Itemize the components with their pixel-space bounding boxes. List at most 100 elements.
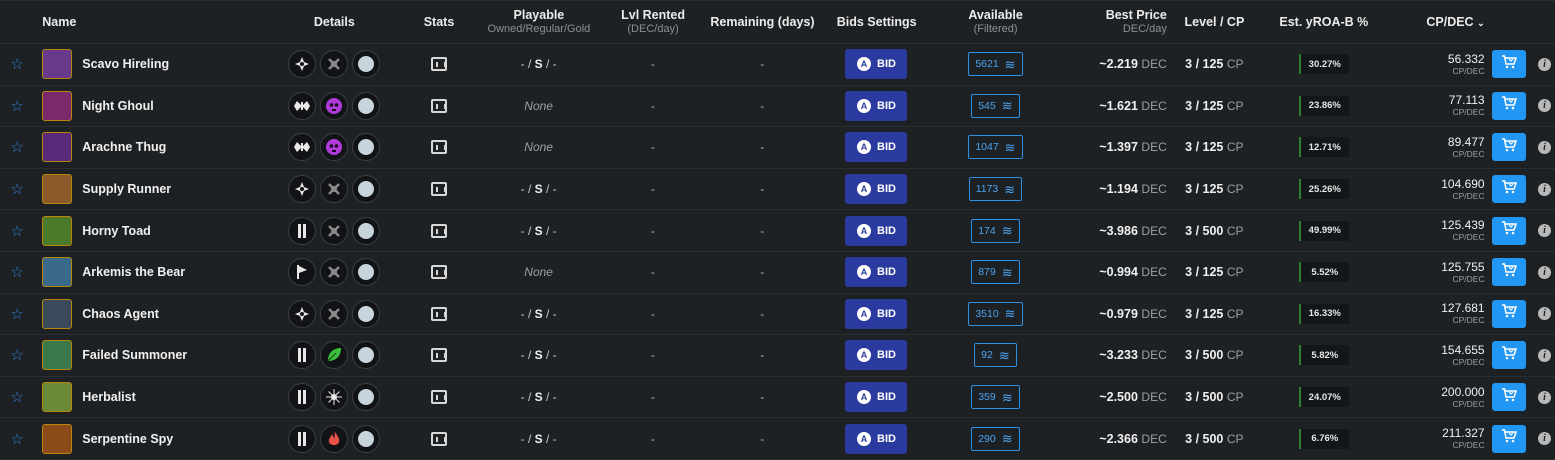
remaining-days: - xyxy=(760,140,765,155)
stats-icon[interactable] xyxy=(405,223,472,238)
card-name-cell[interactable]: Arachne Thug xyxy=(34,132,262,163)
info-icon[interactable]: i xyxy=(1538,390,1552,404)
favorite-star-icon[interactable]: ☆ xyxy=(0,430,34,448)
info-icon[interactable]: i xyxy=(1538,99,1552,113)
stats-icon[interactable] xyxy=(405,431,472,446)
card-name: Chaos Agent xyxy=(82,306,159,321)
favorite-star-icon[interactable]: ☆ xyxy=(0,388,34,406)
playable-value: - / S / - xyxy=(520,57,557,72)
add-to-cart-button[interactable] xyxy=(1492,424,1527,453)
header-name[interactable]: Name xyxy=(34,15,263,29)
cp-dec-cell: 125.439 CP/DEC xyxy=(1386,219,1484,243)
info-icon[interactable]: i xyxy=(1538,182,1552,196)
bid-button[interactable]: A BID xyxy=(845,49,908,80)
favorite-star-icon[interactable]: ☆ xyxy=(0,305,34,323)
available-cell: 5621 ≋ xyxy=(929,52,1062,77)
info-icon[interactable]: i xyxy=(1538,348,1552,362)
add-to-cart-button[interactable] xyxy=(1492,299,1527,328)
available-button[interactable]: 5621 ≋ xyxy=(968,52,1023,77)
info-icon[interactable]: i xyxy=(1538,432,1552,446)
bid-button[interactable]: A BID xyxy=(845,382,908,413)
favorite-star-icon[interactable]: ☆ xyxy=(0,346,34,364)
available-button[interactable]: 359 ≋ xyxy=(971,385,1020,410)
bid-button[interactable]: A BID xyxy=(845,257,908,288)
playable-cell: None xyxy=(472,140,605,154)
bid-button[interactable]: A BID xyxy=(845,90,908,121)
bid-button[interactable]: A BID xyxy=(845,340,908,371)
card-name-cell[interactable]: Scavo Hireling xyxy=(34,49,262,80)
available-button[interactable]: 1047 ≋ xyxy=(968,135,1023,160)
lvl-rented: - xyxy=(650,390,655,405)
available-button[interactable]: 174 ≋ xyxy=(971,218,1020,243)
best-price: ~1.194 xyxy=(1099,182,1138,197)
available-button[interactable]: 3510 ≋ xyxy=(968,301,1023,326)
info-cell: i xyxy=(1534,432,1555,446)
header-best-price[interactable]: Best Price DEC/day xyxy=(1062,8,1167,36)
card-name-cell[interactable]: Chaos Agent xyxy=(34,298,262,329)
bid-button[interactable]: A BID xyxy=(845,298,908,329)
available-button[interactable]: 879 ≋ xyxy=(971,260,1020,285)
info-icon[interactable]: i xyxy=(1538,140,1552,154)
level-cp-cell: 3 / 500 CP xyxy=(1167,432,1262,446)
stats-icon[interactable] xyxy=(405,182,472,197)
info-icon[interactable]: i xyxy=(1538,307,1552,321)
stats-icon[interactable] xyxy=(405,348,472,363)
card-details xyxy=(263,133,406,162)
favorite-star-icon[interactable]: ☆ xyxy=(0,138,34,156)
available-count: 359 xyxy=(978,391,996,404)
header-est-roa[interactable]: Est. yROA-B % xyxy=(1262,15,1386,29)
header-playable-sub: Owned/Regular/Gold xyxy=(487,23,591,35)
available-button[interactable]: 290 ≋ xyxy=(971,426,1020,451)
info-icon[interactable]: i xyxy=(1538,265,1552,279)
info-icon[interactable]: i xyxy=(1538,224,1552,238)
add-to-cart-button[interactable] xyxy=(1492,341,1527,370)
playable-value: - / S / - xyxy=(520,348,557,363)
remaining-days: - xyxy=(760,57,765,72)
cp-dec-cell: 127.681 CP/DEC xyxy=(1386,302,1484,326)
available-button[interactable]: 1173 ≋ xyxy=(968,177,1023,202)
add-to-cart-button[interactable] xyxy=(1492,383,1527,412)
roa-cell: 5.52% xyxy=(1262,262,1386,283)
card-name-cell[interactable]: Herbalist xyxy=(34,382,262,413)
card-name-cell[interactable]: Failed Summoner xyxy=(34,340,262,371)
add-to-cart-button[interactable] xyxy=(1492,133,1527,162)
roa-badge: 23.86% xyxy=(1298,95,1349,116)
header-cp-dec[interactable]: CP/DEC ⌄ xyxy=(1386,15,1484,30)
stats-icon[interactable] xyxy=(405,57,472,72)
card-name-cell[interactable]: Horny Toad xyxy=(34,215,262,246)
add-to-cart-button[interactable] xyxy=(1492,175,1527,204)
add-to-cart-button[interactable] xyxy=(1492,50,1527,79)
stats-icon[interactable] xyxy=(405,265,472,280)
bid-button[interactable]: A BID xyxy=(845,423,908,454)
card-name-cell[interactable]: Supply Runner xyxy=(34,174,262,205)
add-to-cart-button[interactable] xyxy=(1492,91,1527,120)
best-price: ~1.397 xyxy=(1099,140,1138,155)
card-avatar xyxy=(42,90,73,121)
bid-button[interactable]: A BID xyxy=(845,174,908,205)
card-name-cell[interactable]: Arkemis the Bear xyxy=(34,257,262,288)
add-to-cart-button[interactable] xyxy=(1492,216,1527,245)
info-icon[interactable]: i xyxy=(1538,57,1552,71)
remaining-days: - xyxy=(760,348,765,363)
card-name-cell[interactable]: Serpentine Spy xyxy=(34,423,262,454)
bid-button[interactable]: A BID xyxy=(845,215,908,246)
roa-cell: 6.76% xyxy=(1262,428,1386,449)
favorite-star-icon[interactable]: ☆ xyxy=(0,55,34,73)
favorite-star-icon[interactable]: ☆ xyxy=(0,263,34,281)
available-cell: 3510 ≋ xyxy=(929,301,1062,326)
stats-icon[interactable] xyxy=(405,140,472,155)
stats-icon[interactable] xyxy=(405,390,472,405)
card-name-cell[interactable]: Night Ghoul xyxy=(34,90,262,121)
bid-button[interactable]: A BID xyxy=(845,132,908,163)
available-button[interactable]: 545 ≋ xyxy=(971,93,1020,118)
stats-icon[interactable] xyxy=(405,98,472,113)
sneak-ability-icon xyxy=(288,175,317,204)
stats-icon[interactable] xyxy=(405,306,472,321)
favorite-star-icon[interactable]: ☆ xyxy=(0,97,34,115)
roa-badge: 12.71% xyxy=(1298,137,1349,158)
available-button[interactable]: 92 ≋ xyxy=(974,343,1017,368)
favorite-star-icon[interactable]: ☆ xyxy=(0,222,34,240)
favorite-star-icon[interactable]: ☆ xyxy=(0,180,34,198)
add-to-cart-button[interactable] xyxy=(1492,258,1527,287)
playable-cell: - / S / - xyxy=(472,390,605,404)
